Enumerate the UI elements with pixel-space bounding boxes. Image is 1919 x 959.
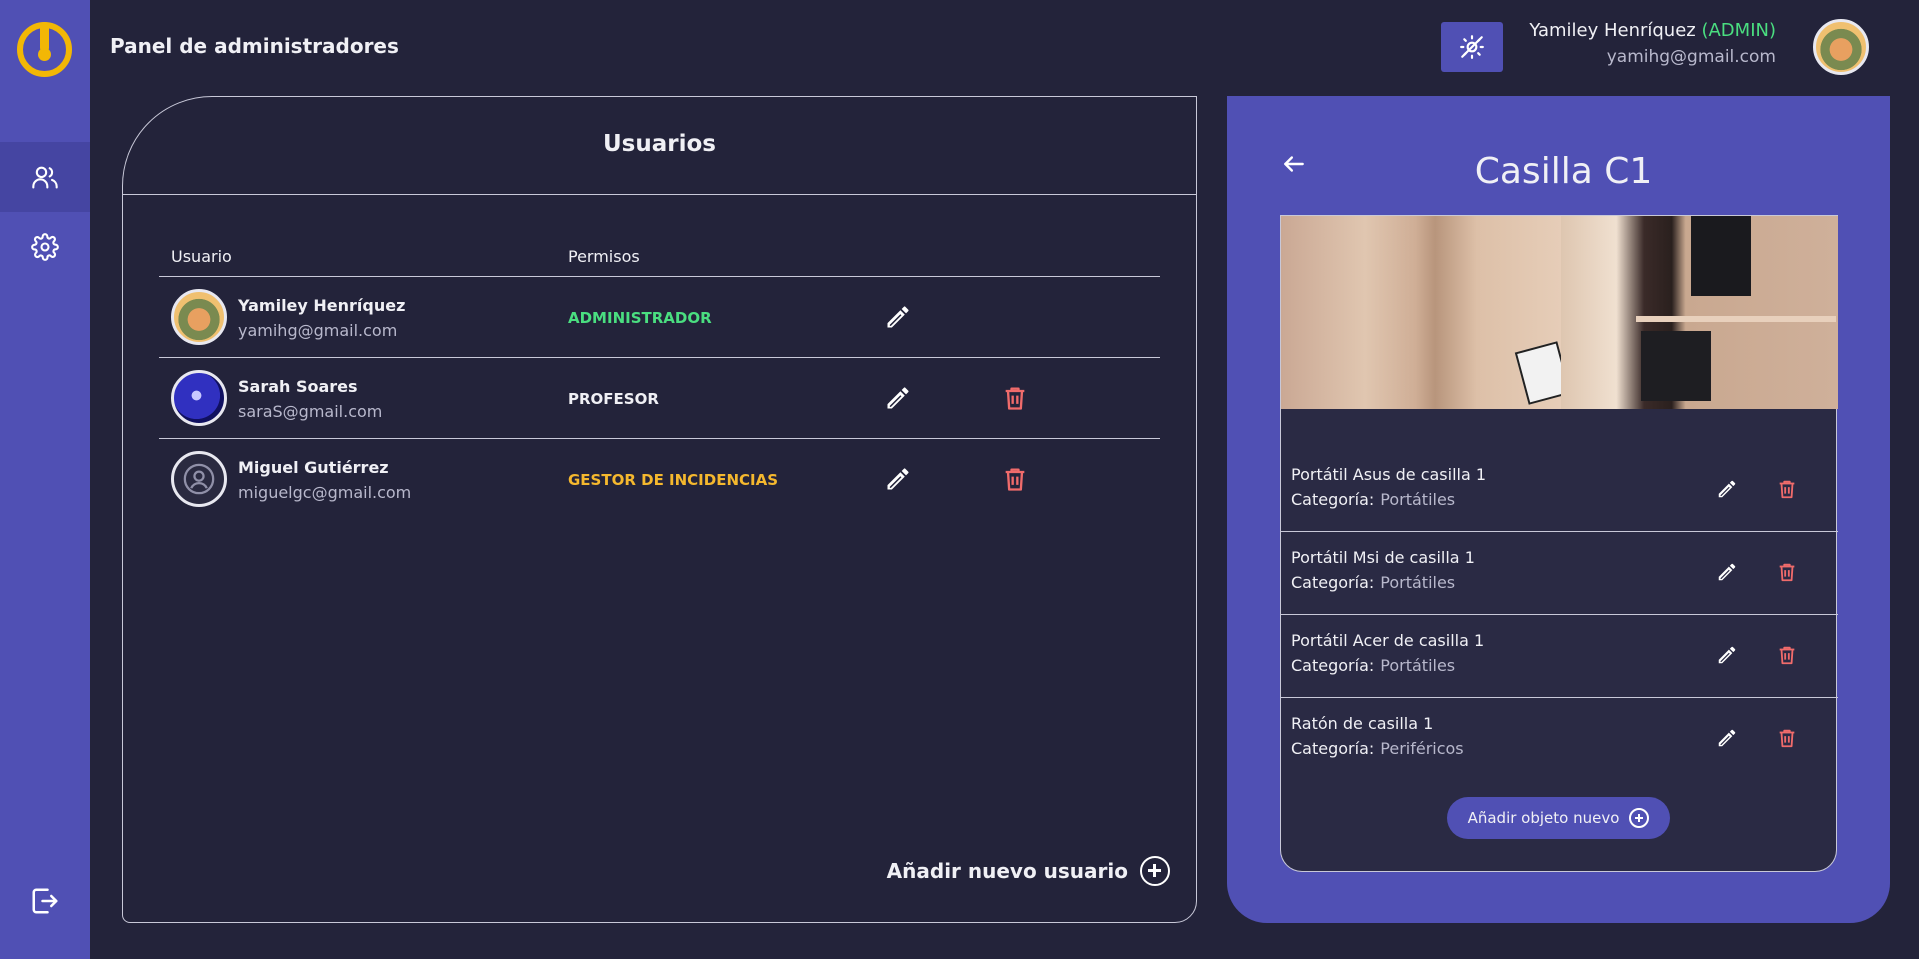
- theme-toggle-button[interactable]: [1441, 22, 1503, 72]
- category-label: Categoría:: [1291, 656, 1375, 675]
- locker-title: Casilla C1: [1474, 151, 1653, 192]
- delete-item-button[interactable]: [1776, 644, 1798, 666]
- sidebar: [0, 0, 90, 959]
- pencil-icon: [1718, 729, 1736, 747]
- permission-badge: ADMINISTRADOR: [568, 309, 712, 327]
- current-user-role: (ADMIN): [1701, 20, 1776, 41]
- user-email: miguelgc@gmail.com: [238, 483, 412, 502]
- permission-badge: PROFESOR: [568, 390, 659, 408]
- users-icon: [32, 166, 58, 189]
- users-panel: Usuarios Usuario Permisos Yamiley Henríq…: [122, 96, 1197, 923]
- item-name: Portátil Asus de casilla 1: [1291, 465, 1487, 484]
- permission-badge: GESTOR DE INCIDENCIAS: [568, 471, 779, 489]
- category-value: Portátiles: [1380, 573, 1456, 592]
- plus-circle-icon: [1629, 808, 1650, 828]
- category-label: Categoría:: [1291, 490, 1375, 509]
- power-logo-icon[interactable]: [17, 22, 72, 77]
- users-title: Usuarios: [603, 131, 716, 157]
- add-object-button[interactable]: Añadir objeto nuevo: [1447, 797, 1670, 839]
- pencil-icon: [1718, 563, 1736, 581]
- list-item: Ratón de casilla 1 Categoría: Periféricos: [1281, 698, 1838, 781]
- edit-item-button[interactable]: [1716, 644, 1738, 666]
- current-user-email: yamihg@gmail.com: [1606, 47, 1776, 67]
- category-label: Categoría:: [1291, 573, 1375, 592]
- current-user-info: Yamiley Henríquez (ADMIN) yamihg@gmail.c…: [1529, 20, 1776, 67]
- edit-item-button[interactable]: [1716, 727, 1738, 749]
- trash-icon: [1779, 563, 1795, 582]
- add-user-label: Añadir nuevo usuario: [886, 859, 1128, 883]
- trash-icon: [1005, 468, 1025, 491]
- item-name: Ratón de casilla 1: [1291, 714, 1434, 733]
- edit-item-button[interactable]: [1716, 561, 1738, 583]
- column-header-user: Usuario: [171, 247, 232, 266]
- avatar: [171, 289, 227, 345]
- user-placeholder-icon: [183, 463, 215, 495]
- logout-button[interactable]: [30, 886, 60, 916]
- edit-user-button[interactable]: [884, 465, 912, 493]
- table-row: Yamiley Henríquez yamihg@gmail.com ADMIN…: [159, 277, 1160, 358]
- edit-user-button[interactable]: [884, 384, 912, 412]
- edit-item-button[interactable]: [1716, 478, 1738, 500]
- category-value: Periféricos: [1380, 739, 1464, 758]
- page-title: Panel de administradores: [110, 34, 399, 58]
- avatar: [171, 370, 227, 426]
- user-name: Sarah Soares: [238, 377, 358, 396]
- pencil-icon: [887, 387, 909, 409]
- locker-panel: Casilla C1 Portátil Asus de casilla 1 Ca…: [1227, 96, 1890, 923]
- sidebar-item-settings[interactable]: [0, 212, 90, 282]
- item-name: Portátil Msi de casilla 1: [1291, 548, 1475, 567]
- table-header: Usuario Permisos: [159, 247, 1160, 277]
- user-email: saraS@gmail.com: [238, 402, 383, 421]
- gear-icon: [31, 233, 59, 261]
- delete-item-button[interactable]: [1776, 727, 1798, 749]
- delete-item-button[interactable]: [1776, 561, 1798, 583]
- avatar: [171, 451, 227, 507]
- add-object-label: Añadir objeto nuevo: [1467, 809, 1620, 827]
- current-user-name: Yamiley Henríquez: [1529, 20, 1696, 41]
- logout-icon: [32, 888, 58, 914]
- trash-icon: [1005, 387, 1025, 410]
- trash-icon: [1779, 480, 1795, 499]
- table-row: Sarah Soares saraS@gmail.com PROFESOR: [159, 358, 1160, 439]
- pencil-icon: [887, 468, 909, 490]
- user-name: Miguel Gutiérrez: [238, 458, 389, 477]
- list-item: Portátil Asus de casilla 1 Categoría: Por…: [1281, 449, 1838, 532]
- theme-toggle-icon: [1460, 35, 1484, 59]
- locker-photo-left: [1281, 216, 1561, 409]
- column-header-permissions: Permisos: [568, 247, 640, 266]
- delete-user-button[interactable]: [1001, 384, 1029, 412]
- add-user-button[interactable]: Añadir nuevo usuario: [887, 856, 1170, 886]
- sidebar-item-users[interactable]: [0, 142, 90, 212]
- divider: [123, 194, 1196, 195]
- list-item: Portátil Msi de casilla 1 Categoría: Port…: [1281, 532, 1838, 615]
- pencil-icon: [1718, 646, 1736, 664]
- item-name: Portátil Acer de casilla 1: [1291, 631, 1485, 650]
- locker-photo: [1281, 215, 1838, 409]
- category-label: Categoría:: [1291, 739, 1375, 758]
- avatar[interactable]: [1813, 19, 1869, 75]
- category-value: Portátiles: [1380, 656, 1456, 675]
- locker-photo-right: [1561, 216, 1838, 409]
- delete-item-button[interactable]: [1776, 478, 1798, 500]
- category-value: Portátiles: [1380, 490, 1456, 509]
- table-row: Miguel Gutiérrez miguelgc@gmail.com GEST…: [159, 439, 1160, 520]
- user-name: Yamiley Henríquez: [238, 296, 406, 315]
- locker-contents: Portátil Asus de casilla 1 Categoría: Por…: [1280, 215, 1838, 872]
- trash-icon: [1779, 729, 1795, 748]
- pencil-icon: [1718, 480, 1736, 498]
- pencil-icon: [887, 306, 909, 328]
- plus-circle-icon: [1140, 856, 1170, 886]
- list-item: Portátil Acer de casilla 1 Categoría: Por…: [1281, 615, 1838, 698]
- delete-user-button[interactable]: [1001, 465, 1029, 493]
- user-email: yamihg@gmail.com: [238, 321, 398, 340]
- edit-user-button[interactable]: [884, 303, 912, 331]
- trash-icon: [1779, 646, 1795, 665]
